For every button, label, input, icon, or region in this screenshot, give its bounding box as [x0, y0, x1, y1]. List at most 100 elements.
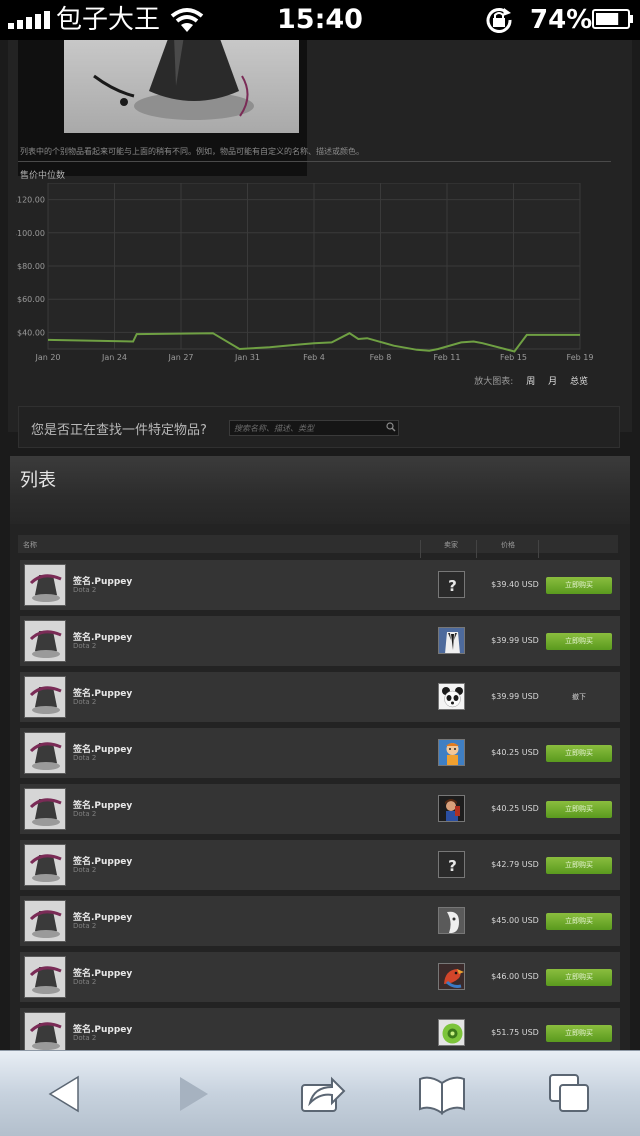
- battery-icon: [592, 9, 633, 29]
- table-row: 签名.Puppey Dota 2 $39.99 USD 撤下: [20, 672, 620, 722]
- listings-title: 列表: [20, 470, 56, 491]
- item-thumbnail[interactable]: [24, 956, 66, 998]
- item-game: Dota 2: [73, 1034, 97, 1042]
- listing-price: $42.79 USD: [491, 860, 539, 869]
- wifi-icon: [170, 8, 204, 32]
- column-price-header: 价格: [501, 541, 515, 549]
- item-thumbnail[interactable]: [24, 732, 66, 774]
- table-row: 签名.Puppey Dota 2 ? $42.79 USD 立即购买: [20, 840, 620, 890]
- item-thumbnail[interactable]: [24, 1012, 66, 1050]
- item-thumbnail[interactable]: [24, 844, 66, 886]
- y-tick-label: $80.00: [17, 262, 45, 271]
- character-avatar-icon[interactable]: [438, 795, 465, 822]
- listing-price: $40.25 USD: [491, 748, 539, 757]
- white-face-avatar-icon[interactable]: [438, 907, 465, 934]
- column-divider: [538, 540, 539, 558]
- table-row: 签名.Puppey Dota 2 $39.99 USD 立即购买: [20, 616, 620, 666]
- chart-canvas: $40.00 $60.00 $80.00 $100.00 $120.00 Jan 20 Ja…: [16, 183, 594, 362]
- x-tick-label: Feb 11: [434, 353, 461, 362]
- zoom-month-link[interactable]: 月: [548, 377, 557, 387]
- buy-now-button[interactable]: 立即购买: [546, 801, 612, 818]
- listing-disclaimer: 列表中的个别物品看起来可能与上面的稍有不同。例如，物品可能有自定义的名称、描述或…: [20, 147, 364, 156]
- listing-price: $45.00 USD: [491, 916, 539, 925]
- question-mark-avatar-icon[interactable]: ?: [438, 851, 465, 878]
- buy-now-button[interactable]: 立即购买: [546, 1025, 612, 1042]
- buy-now-button[interactable]: 立即购买: [546, 745, 612, 762]
- svg-text:?: ?: [448, 857, 457, 875]
- column-divider: [420, 540, 421, 558]
- search-input[interactable]: [229, 420, 399, 436]
- listing-price: $39.99 USD: [491, 636, 539, 645]
- item-thumbnail[interactable]: [24, 564, 66, 606]
- listings-table: 名称 卖家 价格 签名.Puppey Dota 2 ? $39.40 USD 立…: [10, 524, 630, 1050]
- column-divider: [476, 540, 477, 558]
- column-name-header: 名称: [23, 541, 37, 549]
- column-seller-header: 卖家: [444, 541, 458, 549]
- signal-strength-icon: [8, 11, 50, 29]
- forward-icon[interactable]: [170, 1071, 218, 1117]
- listing-price: $46.00 USD: [491, 972, 539, 981]
- table-row: 签名.Puppey Dota 2 ? $39.40 USD 立即购买: [20, 560, 620, 610]
- suit-avatar-icon[interactable]: [438, 627, 465, 654]
- x-tick-label: Feb 19: [567, 353, 594, 362]
- share-icon[interactable]: [298, 1071, 346, 1117]
- market-page[interactable]: 列表中的个别物品看起来可能与上面的稍有不同。例如，物品可能有自定义的名称、描述或…: [0, 40, 640, 1050]
- chart-zoom-controls: 放大图表: 周 月 总览: [474, 374, 588, 387]
- listing-price: $40.25 USD: [491, 804, 539, 813]
- item-thumbnail[interactable]: [24, 900, 66, 942]
- y-tick-label: $100.00: [16, 229, 45, 238]
- zoom-all-link[interactable]: 总览: [570, 377, 588, 387]
- red-bird-avatar-icon[interactable]: [438, 963, 465, 990]
- buy-now-button[interactable]: 立即购买: [546, 633, 612, 650]
- table-row: 签名.Puppey Dota 2 $51.75 USD 立即购买: [20, 1008, 620, 1050]
- median-price-label: 售价中位数: [20, 171, 66, 181]
- table-row: 签名.Puppey Dota 2 $45.00 USD 立即购买: [20, 896, 620, 946]
- x-tick-label: Jan 20: [34, 353, 60, 362]
- listing-price: $51.75 USD: [491, 1028, 539, 1037]
- item-thumbnail[interactable]: [24, 620, 66, 662]
- item-game: Dota 2: [73, 642, 97, 650]
- rotation-lock-icon: [486, 8, 512, 33]
- zoom-label: 放大图表:: [474, 377, 514, 387]
- divider: [18, 161, 611, 162]
- back-icon[interactable]: [40, 1071, 88, 1117]
- carrier-name: 包子大王: [56, 5, 161, 35]
- question-mark-avatar-icon[interactable]: ?: [438, 571, 465, 598]
- item-game: Dota 2: [73, 978, 97, 986]
- bookmarks-icon[interactable]: [418, 1071, 466, 1117]
- battery-percentage: 74%: [530, 5, 593, 35]
- table-row: 签名.Puppey Dota 2 $46.00 USD 立即购买: [20, 952, 620, 1002]
- item-game: Dota 2: [73, 586, 97, 594]
- zoom-week-link[interactable]: 周: [526, 377, 535, 387]
- buy-now-button[interactable]: 立即购买: [546, 969, 612, 986]
- listing-price: $39.99 USD: [491, 692, 539, 701]
- item-game: Dota 2: [73, 866, 97, 874]
- item-search-panel: 您是否正在查找一件特定物品?: [18, 406, 620, 448]
- cartoon-character-avatar-icon[interactable]: [438, 739, 465, 766]
- panda-avatar-icon[interactable]: [438, 683, 465, 710]
- item-game: Dota 2: [73, 922, 97, 930]
- y-tick-label: $40.00: [17, 328, 45, 337]
- buy-now-button[interactable]: 立即购买: [546, 577, 612, 594]
- table-row: 签名.Puppey Dota 2 $40.25 USD 立即购买: [20, 728, 620, 778]
- item-game: Dota 2: [73, 754, 97, 762]
- listing-price: $39.40 USD: [491, 580, 539, 589]
- x-tick-label: Jan 27: [167, 353, 193, 362]
- x-tick-label: Jan 24: [101, 353, 127, 362]
- item-thumbnail[interactable]: [24, 676, 66, 718]
- y-tick-label: $120.00: [16, 196, 45, 205]
- item-thumbnail[interactable]: [24, 788, 66, 830]
- price-history-chart[interactable]: $40.00 $60.00 $80.00 $100.00 $120.00 Jan 20 Ja…: [16, 183, 616, 363]
- item-game: Dota 2: [73, 810, 97, 818]
- table-row: 签名.Puppey Dota 2 $40.25 USD 立即购买: [20, 784, 620, 834]
- inkwell-image: [93, 40, 254, 120]
- buy-now-button[interactable]: 立即购买: [546, 857, 612, 874]
- search-icon[interactable]: [386, 422, 396, 432]
- svg-text:?: ?: [448, 577, 457, 595]
- green-orb-avatar-icon[interactable]: [438, 1019, 465, 1046]
- x-tick-label: Feb 8: [370, 353, 392, 362]
- item-game: Dota 2: [73, 698, 97, 706]
- remove-listing-button[interactable]: 撤下: [546, 689, 612, 706]
- tabs-icon[interactable]: [546, 1071, 594, 1117]
- buy-now-button[interactable]: 立即购买: [546, 913, 612, 930]
